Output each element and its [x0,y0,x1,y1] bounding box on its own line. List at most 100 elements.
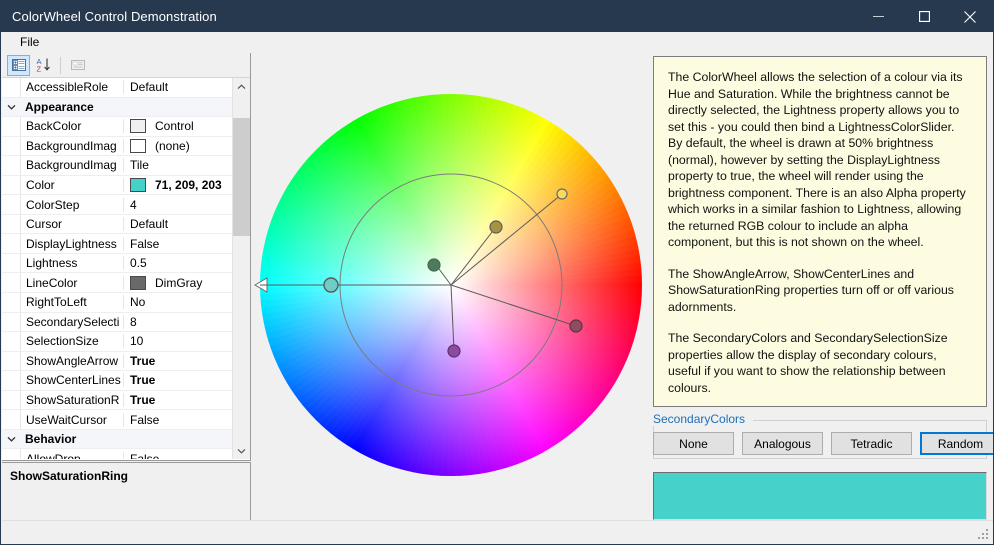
category-expander[interactable] [2,429,20,449]
color-swatch [130,275,146,290]
property-name: UseWaitCursor [21,412,124,427]
secondary-marker[interactable] [489,220,503,234]
property-value-text: Default [130,80,169,95]
minimize-icon [872,16,884,17]
property-name: ShowSaturationR [21,393,124,408]
property-grid-scrollbar[interactable] [232,78,250,459]
property-row[interactable]: ShowCenterLines True [2,371,250,391]
property-row[interactable]: SecondarySelecti 8 [2,312,250,333]
menu-item-file[interactable]: File [11,33,48,53]
property-row[interactable]: Lightness 0.5 [2,253,250,274]
property-value-text: 8 [130,314,137,329]
property-row[interactable]: ShowAngleArrow True [2,351,250,372]
property-row[interactable]: BackgroundImag (none) [2,136,250,157]
property-row[interactable]: RightToLeft No [2,293,250,313]
property-row[interactable]: DisplayLightness False [2,234,250,254]
maximize-button[interactable] [901,1,947,32]
title-bar: ColorWheel Control Demonstration [1,1,993,32]
groupbox-bottom-line [653,458,987,459]
property-name: AccessibleRole [21,80,124,95]
property-value-text: 4 [130,197,137,212]
property-name: SelectionSize [21,334,124,349]
property-name: ShowAngleArrow [21,353,124,368]
property-value-text: 10 [130,334,144,349]
secondary-marker[interactable] [569,319,583,333]
property-row[interactable]: Color 71, 209, 203 [2,175,250,196]
close-icon [964,10,976,23]
property-row[interactable]: LineColor DimGray [2,273,250,294]
property-name: Lightness [21,256,124,271]
property-description-pane: ShowSaturationRing [2,462,251,522]
row-gutter [2,253,21,273]
property-name: RightToLeft [21,295,124,310]
secondary-marker[interactable] [447,344,461,358]
row-gutter [2,156,21,175]
primary-selection-marker[interactable] [323,277,339,293]
row-gutter [2,293,21,312]
property-value-text: False [130,236,160,251]
property-value-text: False [130,412,160,427]
row-gutter [2,195,21,214]
scroll-up-button[interactable] [233,78,250,95]
secondary-colors-groupbox: SecondaryColors None Analogous Tetradic … [653,412,993,459]
row-gutter [2,117,21,136]
secondary-marker[interactable] [556,188,568,200]
property-value-text: Control [155,119,194,134]
categorized-icon [11,59,26,71]
property-category-row[interactable]: Appearance [2,97,250,118]
row-gutter [2,136,21,156]
scroll-down-button[interactable] [233,442,250,459]
info-paragraph-3: The SecondaryColors and SecondarySelecti… [668,331,948,395]
selected-color-preview [653,472,987,520]
window-title: ColorWheel Control Demonstration [12,9,217,24]
chevron-down-icon [237,448,246,454]
none-button[interactable]: None [653,432,734,455]
random-button[interactable]: Random [920,432,993,455]
secondary-marker[interactable] [427,258,441,272]
secondary-colors-legend: SecondaryColors [653,412,751,426]
chevron-down-icon [7,104,15,110]
info-description-panel: The ColorWheel allows the selection of a… [653,56,987,407]
property-row[interactable]: SelectionSize 10 [2,332,250,352]
property-name: SecondarySelecti [21,314,124,329]
property-row[interactable]: AccessibleRole Default [2,78,250,98]
scrollbar-thumb[interactable] [233,118,250,236]
property-row[interactable]: BackColor Control [2,117,250,137]
property-row[interactable]: Cursor Default [2,214,250,235]
property-value-text: No [130,295,146,310]
row-gutter [2,410,21,429]
property-value-text: True [130,353,156,368]
property-category-row[interactable]: Behavior [2,429,250,450]
property-name: Appearance [25,99,94,114]
property-name: ColorStep [21,197,124,212]
row-gutter [2,214,21,234]
toolbar-separator [60,56,61,74]
property-value-text: Default [130,217,169,232]
property-row[interactable]: ShowSaturationR True [2,390,250,411]
property-pages-button[interactable] [66,55,89,76]
minimize-button[interactable] [855,1,901,32]
close-button[interactable] [947,1,993,32]
sort-alphabetical-icon: A Z [36,57,50,74]
row-gutter [2,273,21,293]
property-row[interactable]: AllowDrop False [2,449,250,459]
categorized-view-button[interactable] [7,54,30,76]
resize-grip-icon[interactable] [978,529,990,541]
row-gutter [2,332,21,351]
status-bar [2,520,993,543]
property-grid-rows: AccessibleRole Default Appearance BackColor… [2,78,250,459]
property-row[interactable]: ColorStep 4 [2,195,250,215]
window-controls [855,1,993,32]
property-row[interactable]: BackgroundImag Tile [2,156,250,176]
svg-text:Z: Z [36,65,41,74]
property-row[interactable]: UseWaitCursor False [2,410,250,430]
color-wheel-control[interactable] [251,53,651,522]
category-expander[interactable] [2,97,20,117]
chevron-up-icon [237,83,246,89]
property-pages-icon [70,60,85,70]
property-value-text: True [130,393,156,408]
property-value-text: 71, 209, 203 [155,178,222,192]
tetradic-button[interactable]: Tetradic [831,432,912,455]
alphabetical-sort-button[interactable]: A Z [32,55,55,76]
analogous-button[interactable]: Analogous [742,432,823,455]
